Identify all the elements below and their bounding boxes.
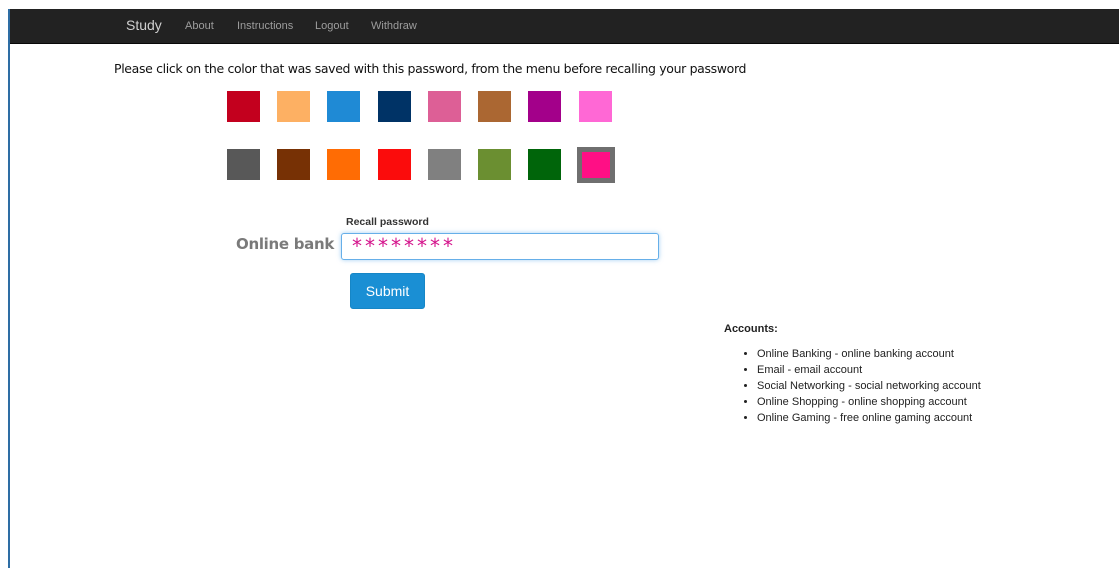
- list-item: Social Networking - social networking ac…: [757, 378, 981, 394]
- submit-button[interactable]: Submit: [350, 273, 425, 309]
- color-swatch[interactable]: [277, 91, 310, 122]
- list-item: Online Gaming - free online gaming accou…: [757, 410, 981, 426]
- account-site-label: Online bank: [236, 235, 335, 253]
- recall-password-label: Recall password: [346, 216, 429, 228]
- instruction-text: Please click on the color that was saved…: [114, 61, 747, 76]
- color-swatch[interactable]: [227, 149, 260, 180]
- color-swatch[interactable]: [378, 91, 411, 122]
- list-item: Online Shopping - online shopping accoun…: [757, 394, 981, 410]
- color-swatch[interactable]: [528, 91, 561, 122]
- left-border: [8, 9, 10, 568]
- nav-instructions[interactable]: Instructions: [237, 20, 293, 32]
- color-swatch[interactable]: [378, 149, 411, 180]
- nav-withdraw[interactable]: Withdraw: [371, 20, 417, 32]
- color-swatch[interactable]: [478, 149, 511, 180]
- nav-about[interactable]: About: [185, 20, 214, 32]
- top-strip: [0, 0, 1119, 9]
- color-swatch[interactable]: [227, 91, 260, 122]
- color-swatch[interactable]: [428, 91, 461, 122]
- color-swatch[interactable]: [528, 149, 561, 180]
- list-item: Online Banking - online banking account: [757, 346, 981, 362]
- color-swatch[interactable]: [327, 149, 360, 180]
- color-swatch[interactable]: [277, 149, 310, 180]
- nav-logout[interactable]: Logout: [315, 20, 349, 32]
- color-swatch[interactable]: [577, 147, 615, 183]
- color-swatch[interactable]: [579, 91, 612, 122]
- brand-link[interactable]: Study: [126, 17, 162, 33]
- accounts-heading: Accounts:: [724, 323, 778, 335]
- list-item: Email - email account: [757, 362, 981, 378]
- color-swatch[interactable]: [428, 149, 461, 180]
- accounts-list: Online Banking - online banking account …: [740, 346, 981, 426]
- password-input[interactable]: ********: [341, 233, 659, 260]
- color-swatch[interactable]: [327, 91, 360, 122]
- navbar: Study About Instructions Logout Withdraw: [10, 9, 1119, 44]
- color-swatch[interactable]: [478, 91, 511, 122]
